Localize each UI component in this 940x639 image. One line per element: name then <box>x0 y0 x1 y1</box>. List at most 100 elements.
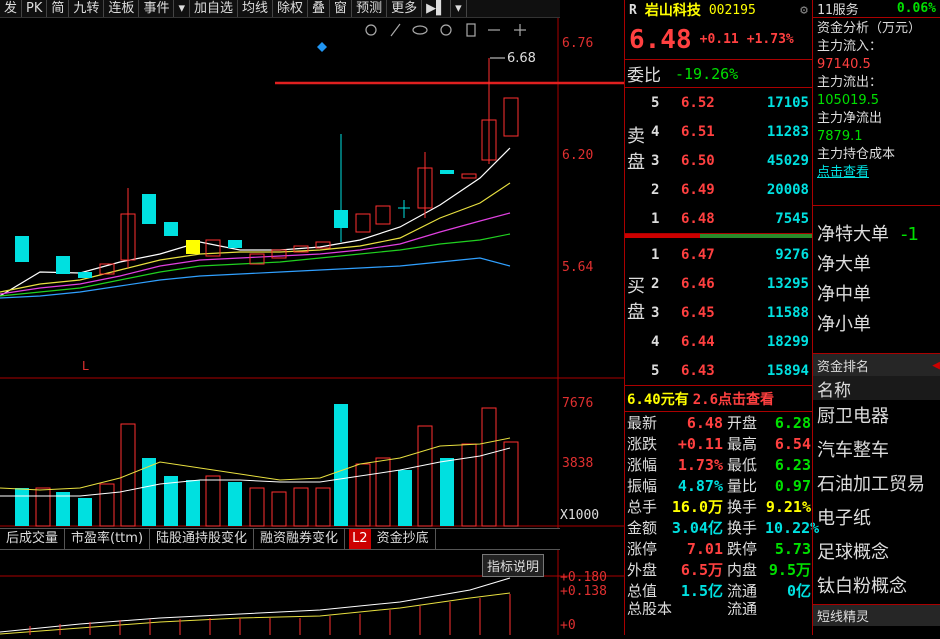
candle <box>78 272 92 278</box>
chart-toolbar: 发 PK 简 九转 连板 事件 ▾ 加自选 均线 除权 叠 窗 预测 更多 ▶▌… <box>0 0 560 18</box>
sector-item[interactable]: 足球概念 <box>813 536 940 570</box>
price-change-pct: +1.73% <box>746 32 794 47</box>
toolbar-item[interactable]: ▾ <box>174 0 190 17</box>
service-pct: 0.06% <box>896 1 936 16</box>
promo-banner[interactable]: 6.40元有 2.6点击查看 <box>625 386 812 412</box>
tab-indicator[interactable]: 融资融券变化 <box>254 529 346 549</box>
stat-row: 总手 16.0万 换手 9.21% <box>627 497 811 517</box>
indicator-label: +0.180 <box>560 570 607 585</box>
fund-panel: 11服务 0.06% 资金分析（万元） 主力流入： 97140.5 主力流出： … <box>812 0 940 635</box>
buy-label: 买盘 <box>627 276 645 323</box>
service-label[interactable]: 11服务 <box>817 0 859 18</box>
sector-item[interactable]: 石油加工贸易 <box>813 468 940 502</box>
tab-indicator[interactable]: 陆股通持股变化 <box>150 529 255 549</box>
ask-row[interactable]: 3 6.50 45029 <box>651 146 811 175</box>
candle <box>503 97 519 137</box>
cost-label: 主力持仓成本 <box>817 147 896 162</box>
stock-name: 岩山科技 <box>644 3 701 19</box>
cost-link[interactable]: 点击查看 <box>817 164 940 182</box>
flow-item: 净中单 <box>817 284 871 305</box>
stat-row: 外盘 6.5万 内盘 9.5万 <box>627 561 811 579</box>
stats-grid: 最新 6.48 开盘 6.28 涨跌 +0.11 最高 6.54 涨幅 1.73% 最低 6.23… <box>625 412 820 616</box>
candle <box>334 210 348 228</box>
collapse-icon[interactable]: ◀ <box>932 358 940 373</box>
toolbar-item[interactable]: 除权 <box>273 0 309 17</box>
sector-item[interactable]: 电子纸 <box>813 502 940 536</box>
pen-icon[interactable] <box>390 23 401 37</box>
indicator-help-button[interactable]: 指标说明 <box>482 554 545 577</box>
candle <box>186 240 200 254</box>
toolbar-item[interactable]: ▾ <box>451 0 467 17</box>
stat-row: 金额 3.04亿 换手 10.22% <box>627 518 820 538</box>
sector-item[interactable]: 厨卫电器 <box>813 400 940 434</box>
stat-row: 涨停 7.01 跌停 5.73 <box>627 539 811 559</box>
sector-item[interactable]: 钛白粉概念 <box>813 570 940 604</box>
last-price: 6.48 <box>629 24 692 55</box>
sector-item[interactable]: 汽车整车 <box>813 434 940 468</box>
indicator-pane <box>0 577 511 635</box>
net-outflow-label: 主力净流出 <box>817 111 883 126</box>
flow-item: 净大单 <box>817 254 871 275</box>
bid-book: 买盘 1 6.47 9276 2 6.46 13295 3 6.45 11588 4 6.44… <box>625 238 812 386</box>
sell-label: 卖盘 <box>627 126 645 173</box>
l-marker: L <box>82 359 89 373</box>
toolbar-item[interactable]: PK <box>22 0 48 17</box>
stat-row: 涨幅 1.73% 最低 6.23 <box>627 455 811 475</box>
bid-row[interactable]: 5 6.43 15894 <box>651 356 811 385</box>
toolbar-item[interactable]: 简 <box>47 0 70 17</box>
chart-tools[interactable] <box>365 23 526 37</box>
price-label: 6.20 <box>562 148 594 163</box>
volume-label: 3838 <box>562 456 594 471</box>
toolbar-item[interactable]: 九转 <box>69 0 105 17</box>
ma-green <box>0 233 511 297</box>
target-icon[interactable] <box>440 24 452 36</box>
tab-indicator[interactable]: 后成交量 <box>0 529 66 549</box>
candle <box>56 256 70 274</box>
toolbar-item[interactable]: 均线 <box>238 0 274 17</box>
toolbar-item[interactable]: 更多 <box>387 0 423 17</box>
rank-header: 名称 <box>813 376 940 401</box>
candle <box>15 236 29 262</box>
stat-row: 最新 6.48 开盘 6.28 <box>627 413 811 433</box>
bid-row[interactable]: 1 6.47 9276 <box>651 240 811 269</box>
ask-row[interactable]: 1 6.48 7545 <box>651 204 811 233</box>
candles <box>15 58 519 278</box>
bid-row[interactable]: 4 6.44 18299 <box>651 327 811 356</box>
volume-unit: X1000 <box>560 508 600 523</box>
ask-row[interactable]: 2 6.49 20008 <box>651 175 811 204</box>
settings-icon[interactable] <box>365 24 377 36</box>
high-marker-label: 6.68 <box>507 51 536 66</box>
toolbar-item[interactable]: 发 <box>0 0 23 17</box>
ask-row[interactable]: 5 6.52 17105 <box>651 88 811 117</box>
stat-row: 振幅 4.87% 量比 0.97 <box>627 476 811 496</box>
gear-icon[interactable]: ⚙ <box>800 3 808 18</box>
diamond-marker <box>317 42 327 52</box>
outflow-value: 105019.5 <box>817 93 880 108</box>
indicator-label: +0 <box>560 618 576 633</box>
price-label: 5.64 <box>562 260 594 275</box>
toolbar-item[interactable]: 事件 <box>139 0 175 17</box>
volume-label: 7676 <box>562 396 594 411</box>
toolbar-item[interactable]: 叠 <box>308 0 331 17</box>
bid-row[interactable]: 2 6.46 13295 <box>651 269 811 298</box>
tab-indicator[interactable]: 市盈率(ttm) <box>65 529 151 549</box>
l2-badge[interactable]: L2 <box>349 529 371 549</box>
candle <box>355 213 371 233</box>
stat-row: 总值 1.5亿 流通 0亿 <box>627 582 811 600</box>
price-change: +0.11 <box>699 32 739 47</box>
eye-icon[interactable] <box>412 25 428 35</box>
toolbar-item[interactable]: 窗 <box>330 0 353 17</box>
hand-icon[interactable] <box>466 23 476 37</box>
toolbar-item[interactable]: 加自选 <box>190 0 238 17</box>
r-badge: R <box>629 2 637 18</box>
flow-item: 净小单 <box>817 314 871 335</box>
candle <box>440 170 454 174</box>
candle <box>461 173 477 179</box>
toolbar-item[interactable]: 连板 <box>104 0 140 17</box>
ask-row[interactable]: 4 6.51 11283 <box>651 117 811 146</box>
inflow-label: 主力流入： <box>817 39 883 54</box>
toolbar-item[interactable]: 预测 <box>352 0 388 17</box>
tab-indicator[interactable]: 资金抄底 <box>371 529 436 549</box>
bid-row[interactable]: 3 6.45 11588 <box>651 298 811 327</box>
toolbar-item[interactable]: ▶▌ <box>422 0 452 17</box>
